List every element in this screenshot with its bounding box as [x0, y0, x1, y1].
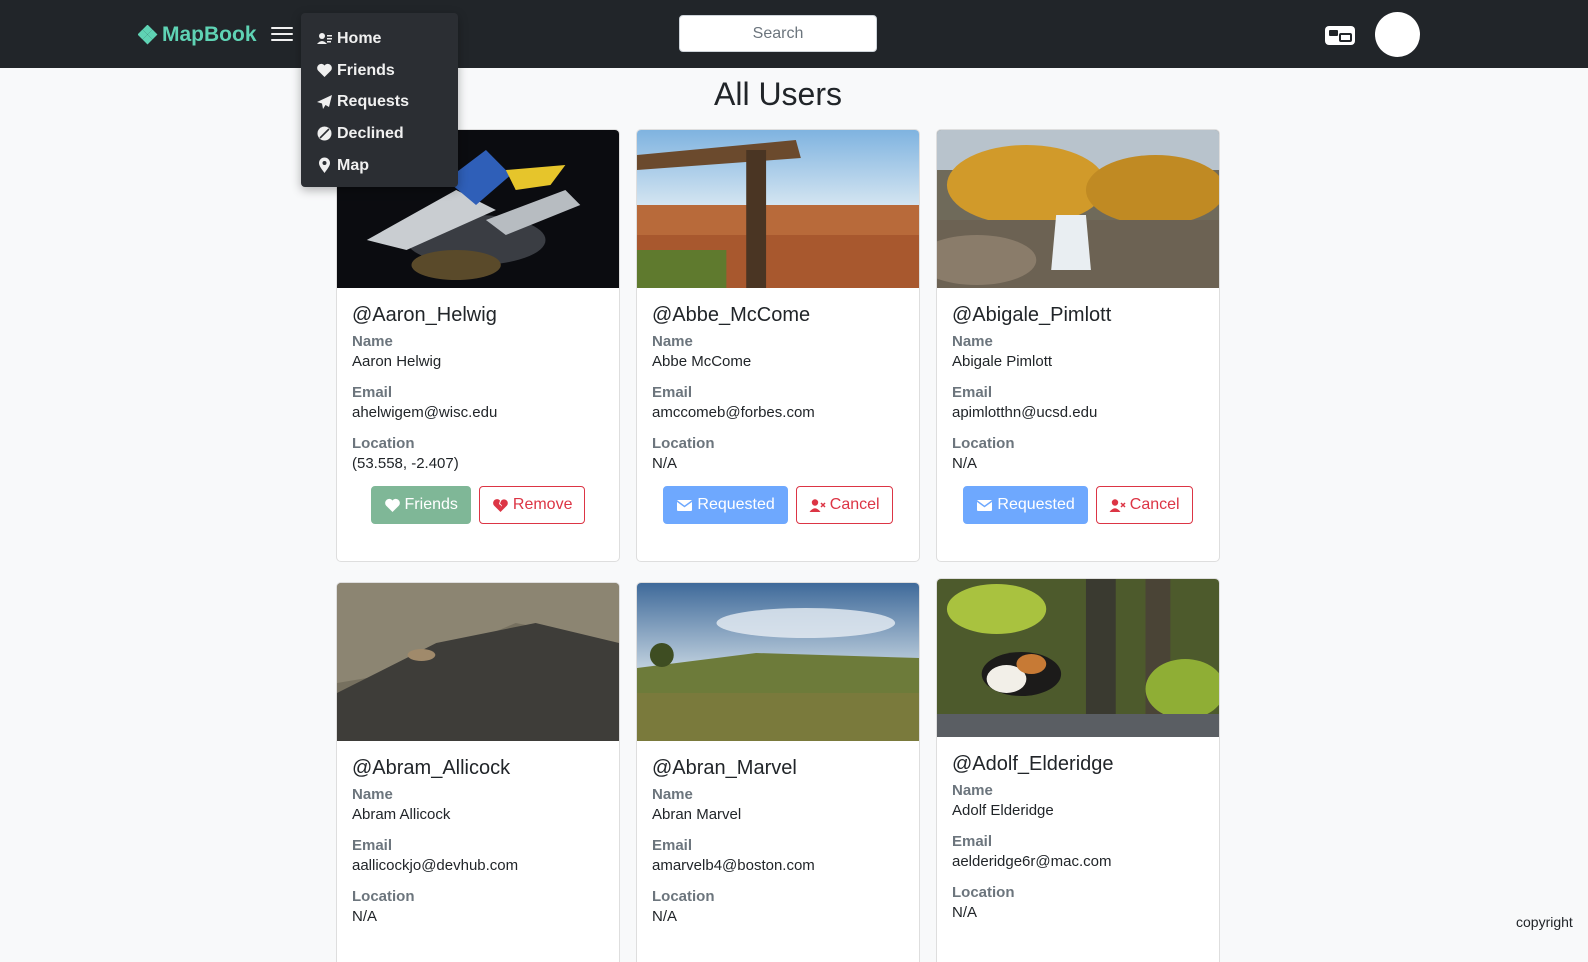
name-value: Abigale Pimlott: [952, 353, 1053, 370]
user-photo: [937, 579, 1219, 737]
brand-name: MapBook: [162, 23, 257, 46]
email-label: Email: [952, 384, 993, 401]
name-label: Name: [952, 333, 993, 350]
location-value: N/A: [952, 904, 978, 921]
menu-item-friends[interactable]: Friends: [301, 55, 458, 87]
menu-item-label: Home: [337, 29, 382, 47]
user-card: @Abigale_Pimlott Name Abigale Pimlott Em…: [936, 129, 1220, 562]
hamburger-menu-icon[interactable]: [271, 23, 293, 45]
name-value: Aaron Helwig: [352, 353, 442, 370]
menu-item-label: Friends: [337, 61, 395, 79]
location-label: Location: [352, 435, 415, 452]
user-x-icon: [809, 498, 826, 512]
cancel-button[interactable]: Cancel: [1095, 486, 1193, 524]
user-photo: [637, 583, 919, 741]
location-label: Location: [652, 435, 715, 452]
friends-button[interactable]: Friends: [370, 486, 471, 524]
heart-icon: [317, 63, 332, 78]
location-label: Location: [952, 435, 1015, 452]
name-label: Name: [352, 333, 393, 350]
user-card: @Abram_Allicock Name Abram Allicock Emai…: [336, 582, 620, 962]
name-value: Abran Marvel: [652, 806, 742, 823]
friends-button-label: Friends: [404, 496, 458, 513]
location-value: N/A: [652, 908, 678, 925]
email-label: Email: [352, 837, 393, 854]
menu-item-label: Requests: [337, 93, 410, 111]
ban-icon: [317, 126, 332, 141]
menu-item-home[interactable]: Home: [301, 23, 458, 55]
email-value: aallicockjo@devhub.com: [352, 857, 519, 874]
name-label: Name: [352, 786, 393, 803]
users-icon: [317, 33, 332, 45]
email-label: Email: [652, 837, 693, 854]
menu-item-requests[interactable]: Requests: [301, 86, 458, 118]
location-label: Location: [352, 888, 415, 905]
navbar: MapBook Search: [0, 0, 1588, 68]
email-label: Email: [352, 384, 393, 401]
map-pin-icon: [319, 157, 330, 174]
menu-item-declined[interactable]: Declined: [301, 118, 458, 150]
user-photo: [337, 583, 619, 741]
user-x-icon: [1109, 498, 1126, 512]
name-label: Name: [652, 333, 693, 350]
name-label: Name: [952, 782, 993, 799]
copyright-text: copyright: [1516, 914, 1573, 930]
requested-button[interactable]: Requested: [963, 486, 1088, 524]
requested-button-label: Requested: [997, 496, 1075, 513]
username: @Abram_Allicock: [352, 757, 511, 779]
email-value: ahelwigem@wisc.edu: [352, 404, 498, 421]
email-value: amccomeb@forbes.com: [652, 404, 815, 421]
location-label: Location: [652, 888, 715, 905]
cancel-button[interactable]: Cancel: [795, 486, 893, 524]
user-photo: [637, 130, 919, 288]
requested-button-label: Requested: [697, 496, 775, 513]
menu-item-label: Declined: [337, 124, 404, 142]
username: @Adolf_Elderidge: [952, 753, 1114, 775]
menu-item-map[interactable]: Map: [301, 150, 458, 182]
name-value: Adolf Elderidge: [952, 802, 1054, 819]
email-value: apimlotthn@ucsd.edu: [952, 404, 1098, 421]
menu-item-label: Map: [337, 156, 369, 174]
user-card: @Aaron_Helwig Name Aaron Helwig Email ah…: [336, 129, 620, 562]
location-label: Location: [952, 884, 1015, 901]
location-value: N/A: [652, 455, 678, 472]
page-title: All Users: [713, 76, 842, 112]
username: @Abran_Marvel: [652, 757, 797, 779]
name-label: Name: [652, 786, 693, 803]
username: @Abigale_Pimlott: [952, 304, 1112, 326]
user-photo: [937, 130, 1219, 288]
name-value: Abram Allicock: [352, 806, 451, 823]
avatar[interactable]: [1375, 12, 1420, 57]
user-card: @Abbe_McCome Name Abbe McCome Email amcc…: [636, 129, 920, 562]
email-value: amarvelb4@boston.com: [652, 857, 815, 874]
envelope-icon: [676, 499, 693, 511]
name-value: Abbe McCome: [652, 353, 752, 370]
email-label: Email: [952, 833, 993, 850]
requested-button[interactable]: Requested: [663, 486, 788, 524]
user-card: @Adolf_Elderidge Name Adolf Elderidge Em…: [936, 578, 1220, 962]
remove-button[interactable]: Remove: [478, 486, 586, 524]
cancel-button-label: Cancel: [829, 496, 880, 513]
broken-heart-icon: [492, 498, 508, 512]
cancel-button-label: Cancel: [1129, 496, 1180, 513]
email-value: aelderidge6r@mac.com: [952, 853, 1112, 870]
location-value: N/A: [952, 455, 978, 472]
nav-dropdown-menu: Home Friends Requests Declined Map: [301, 13, 458, 187]
brand-link[interactable]: MapBook: [138, 20, 257, 50]
remove-button-label: Remove: [512, 496, 573, 513]
diamond-logo-icon: [138, 25, 158, 45]
location-value: N/A: [352, 908, 378, 925]
user-card: @Abran_Marvel Name Abran Marvel Email am…: [636, 582, 920, 962]
location-value: (53.558, -2.407): [352, 455, 459, 472]
envelope-icon: [976, 499, 993, 511]
paper-plane-icon: [317, 94, 332, 109]
email-label: Email: [652, 384, 693, 401]
username: @Aaron_Helwig: [352, 304, 497, 326]
username: @Abbe_McCome: [652, 304, 811, 326]
search-input[interactable]: Search: [679, 15, 877, 52]
inbox-icon[interactable]: [1324, 22, 1356, 48]
heart-icon: [384, 498, 400, 512]
